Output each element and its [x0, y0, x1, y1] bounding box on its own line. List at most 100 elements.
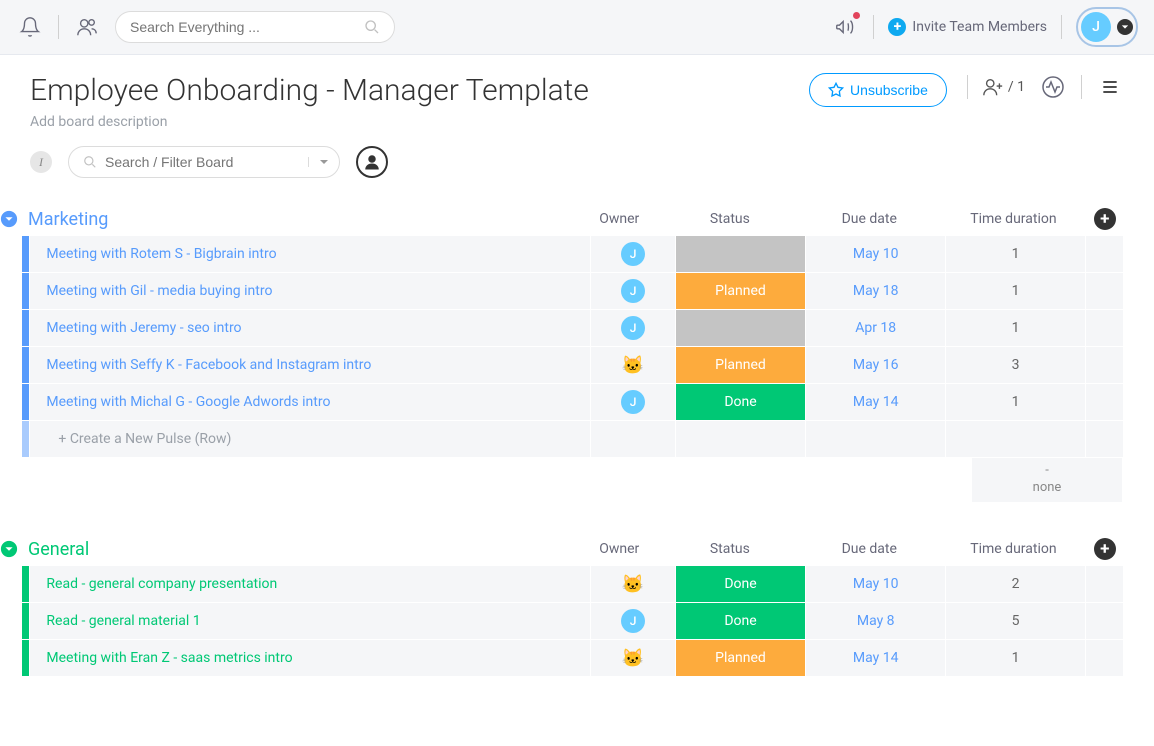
people-icon[interactable]	[73, 13, 101, 41]
status-cell[interactable]: Planned	[676, 347, 806, 383]
cell-empty	[591, 421, 674, 457]
group-header: Marketing Owner Status Due date Time dur…	[0, 202, 1124, 236]
search-board-input[interactable]	[105, 154, 308, 170]
column-status[interactable]: Status	[663, 211, 798, 227]
table-row: Meeting with Seffy K - Facebook and Inst…	[22, 347, 1124, 383]
pulse-name[interactable]: Meeting with Rotem S - Bigbrain intro	[30, 236, 590, 272]
board-description[interactable]: Add board description	[30, 114, 789, 130]
column-status[interactable]: Status	[663, 541, 798, 557]
invite-team-button[interactable]: + Invite Team Members	[888, 18, 1047, 36]
owner-avatar: 🐱	[622, 355, 644, 376]
duration-cell[interactable]: 1	[946, 236, 1085, 272]
column-owner[interactable]: Owner	[576, 211, 663, 227]
table-row: Meeting with Eran Z - saas metrics intro…	[22, 640, 1124, 676]
cell-empty	[676, 421, 806, 457]
status-cell[interactable]	[676, 236, 806, 272]
owner-cell[interactable]: J	[591, 384, 674, 420]
cell-end	[1086, 640, 1123, 676]
cell-empty	[806, 421, 945, 457]
filter-row: I	[0, 138, 1154, 202]
new-pulse-label[interactable]: + Create a New Pulse (Row)	[30, 421, 590, 457]
pulse-name[interactable]: Meeting with Jeremy - seo intro	[30, 310, 590, 346]
collapse-icon[interactable]	[0, 210, 18, 228]
due-cell[interactable]: May 18	[806, 273, 945, 309]
duration-cell[interactable]: 3	[946, 347, 1085, 383]
group-title[interactable]: Marketing	[28, 209, 576, 230]
due-cell[interactable]: May 14	[806, 640, 945, 676]
status-cell[interactable]: Done	[676, 566, 806, 602]
duration-cell[interactable]: 1	[946, 384, 1085, 420]
pulse-name[interactable]: Meeting with Michal G - Google Adwords i…	[30, 384, 590, 420]
due-cell[interactable]: May 8	[806, 603, 945, 639]
column-due[interactable]: Due date	[797, 541, 941, 557]
owner-avatar: J	[621, 279, 645, 303]
board-title[interactable]: Employee Onboarding - Manager Template	[30, 73, 789, 108]
search-icon	[364, 19, 380, 35]
row-accent	[22, 603, 29, 639]
due-cell[interactable]: May 10	[806, 236, 945, 272]
summary-row: - none	[22, 458, 1124, 502]
filter-user-icon[interactable]	[356, 146, 388, 178]
search-board[interactable]	[68, 146, 340, 178]
add-column[interactable]: +	[1086, 208, 1124, 230]
status-cell[interactable]: Done	[676, 384, 806, 420]
pulse-name[interactable]: Read - general company presentation	[30, 566, 590, 602]
table-row: Meeting with Michal G - Google Adwords i…	[22, 384, 1124, 420]
cell-end	[1086, 236, 1123, 272]
status-cell[interactable]: Planned	[676, 640, 806, 676]
owner-cell[interactable]: 🐱	[591, 640, 674, 676]
duration-cell[interactable]: 1	[946, 310, 1085, 346]
group-title[interactable]: General	[28, 539, 576, 560]
notifications-icon[interactable]	[16, 13, 44, 41]
owner-cell[interactable]: J	[591, 273, 674, 309]
cell-end	[1086, 384, 1123, 420]
duration-cell[interactable]: 1	[946, 273, 1085, 309]
owner-cell[interactable]: J	[591, 236, 674, 272]
announcement-icon[interactable]	[831, 13, 859, 41]
search-everything[interactable]	[115, 11, 395, 43]
unsubscribe-button[interactable]: Unsubscribe	[809, 73, 947, 107]
owner-cell[interactable]: 🐱	[591, 347, 674, 383]
status-cell[interactable]	[676, 310, 806, 346]
owner-cell[interactable]: J	[591, 310, 674, 346]
cell-end	[1086, 273, 1123, 309]
column-duration[interactable]: Time duration	[941, 541, 1085, 557]
group-marketing: Marketing Owner Status Due date Time dur…	[0, 202, 1124, 502]
team-members-count[interactable]: / 1	[982, 76, 1025, 98]
owner-cell[interactable]: J	[591, 603, 674, 639]
pulse-name[interactable]: Meeting with Gil - media buying intro	[30, 273, 590, 309]
duration-cell[interactable]: 1	[946, 640, 1085, 676]
search-everything-input[interactable]	[130, 19, 364, 35]
info-icon[interactable]: I	[30, 151, 52, 173]
collapse-icon[interactable]	[0, 540, 18, 558]
cell-end	[1086, 421, 1123, 457]
new-pulse-row[interactable]: + Create a New Pulse (Row)	[22, 421, 1124, 457]
row-accent	[22, 347, 29, 383]
due-cell[interactable]: May 16	[806, 347, 945, 383]
pulse-name[interactable]: Meeting with Seffy K - Facebook and Inst…	[30, 347, 590, 383]
pulse-name[interactable]: Read - general material 1	[30, 603, 590, 639]
owner-avatar: J	[621, 390, 645, 414]
column-owner[interactable]: Owner	[576, 541, 663, 557]
add-column[interactable]: +	[1086, 538, 1124, 560]
row-accent	[22, 273, 29, 309]
menu-icon[interactable]	[1096, 73, 1124, 101]
board-content: Marketing Owner Status Due date Time dur…	[0, 202, 1154, 746]
activity-icon[interactable]	[1039, 73, 1067, 101]
due-cell[interactable]: May 14	[806, 384, 945, 420]
cell-end	[1086, 310, 1123, 346]
owner-cell[interactable]: 🐱	[591, 566, 674, 602]
status-cell[interactable]: Planned	[676, 273, 806, 309]
duration-cell[interactable]: 2	[946, 566, 1085, 602]
user-menu[interactable]: J	[1076, 7, 1138, 47]
divider	[873, 15, 874, 39]
due-cell[interactable]: Apr 18	[806, 310, 945, 346]
pulse-name[interactable]: Meeting with Eran Z - saas metrics intro	[30, 640, 590, 676]
table-row: Meeting with Jeremy - seo intro J Apr 18…	[22, 310, 1124, 346]
chevron-down-icon[interactable]	[308, 157, 329, 167]
column-duration[interactable]: Time duration	[941, 211, 1085, 227]
status-cell[interactable]: Done	[676, 603, 806, 639]
duration-cell[interactable]: 5	[946, 603, 1085, 639]
due-cell[interactable]: May 10	[806, 566, 945, 602]
column-due[interactable]: Due date	[797, 211, 941, 227]
